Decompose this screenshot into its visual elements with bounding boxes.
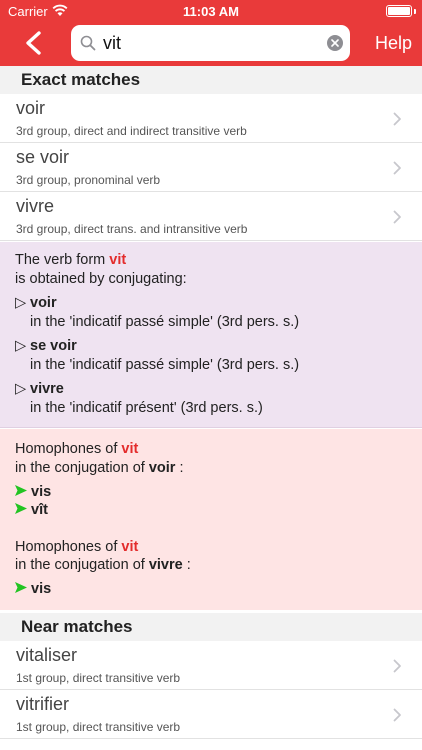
chevron-right-icon [393, 210, 401, 224]
homophones-subheading: in the conjugation of voir : [15, 460, 184, 476]
verb-form-highlight: vit [121, 441, 139, 457]
conjugation-item-verb[interactable]: ▷ se voir [15, 338, 77, 354]
conjugation-item-detail: in the 'indicatif passé simple' (3rd per… [30, 357, 300, 373]
conjugation-intro-line2: is obtained by conjugating: [15, 271, 187, 287]
verb-description: 3rd group, pronominal verb [16, 173, 161, 187]
search-icon [80, 35, 96, 51]
list-item[interactable]: voir 3rd group, direct and indirect tran… [0, 94, 422, 143]
homophones-subheading: in the conjugation of vivre : [15, 557, 191, 573]
conjugation-item-verb[interactable]: ▷ vivre [15, 381, 64, 397]
clear-search-icon[interactable] [327, 35, 343, 51]
verb-word: vitrifier [16, 694, 69, 714]
battery-icon [386, 5, 412, 17]
homophones-heading: Homophones of vit [15, 539, 139, 555]
conjugation-item-detail: in the 'indicatif passé simple' (3rd per… [30, 314, 300, 330]
disclosure-triangle-icon: ▷ [15, 381, 27, 397]
list-item[interactable]: se voir 3rd group, pronominal verb [0, 143, 422, 192]
conjugation-item-verb[interactable]: ▷ voir [15, 295, 57, 311]
back-chevron-icon[interactable] [22, 30, 46, 56]
help-button[interactable]: Help [375, 33, 412, 54]
verb-description: 1st group, direct transitive verb [16, 720, 181, 734]
conjugation-info-panel: The verb form vit is obtained by conjuga… [0, 242, 422, 428]
homophones-heading: Homophones of vit [15, 441, 139, 457]
homophone-item[interactable]: vis [15, 484, 51, 500]
search-input[interactable] [103, 29, 313, 57]
homophone-item[interactable]: vis [15, 581, 51, 597]
list-item[interactable]: vitaliser 1st group, direct transitive v… [0, 641, 422, 690]
verb-description: 3rd group, direct and indirect transitiv… [16, 124, 247, 138]
section-title: Exact matches [21, 70, 141, 89]
section-header-exact: Exact matches [0, 66, 422, 94]
chevron-right-icon [393, 161, 401, 175]
verb-form-highlight: vit [121, 539, 139, 555]
chevron-right-icon [393, 112, 401, 126]
verb-description: 3rd group, direct trans. and intransitiv… [16, 222, 248, 236]
section-title: Near matches [21, 617, 133, 636]
list-item[interactable]: vivre 3rd group, direct trans. and intra… [0, 192, 422, 241]
verb-word: vitaliser [16, 645, 78, 665]
verb-word: se voir [16, 147, 70, 167]
green-arrow-icon [15, 484, 27, 500]
green-arrow-icon [15, 502, 27, 518]
clock: 11:03 AM [183, 4, 239, 19]
navigation-bar: Carrier 11:03 AM Help [0, 0, 422, 66]
disclosure-triangle-icon: ▷ [15, 295, 27, 311]
verb-word: vivre [16, 196, 55, 216]
green-arrow-icon [15, 581, 27, 597]
verb-form-highlight: vit [109, 252, 127, 268]
section-header-near: Near matches [0, 613, 422, 641]
status-bar: Carrier 11:03 AM [0, 0, 422, 22]
conjugation-intro: The verb form vit [15, 252, 127, 268]
homophone-item[interactable]: vît [15, 502, 48, 518]
verb-word: voir [16, 98, 46, 118]
chevron-right-icon [393, 708, 401, 722]
verb-description: 1st group, direct transitive verb [16, 671, 181, 685]
homophones-panel: Homophones of vit in the conjugation of … [0, 429, 422, 610]
list-item[interactable]: vitrifier 1st group, direct transitive v… [0, 690, 422, 739]
battery-tip [414, 9, 416, 14]
chevron-right-icon [393, 659, 401, 673]
disclosure-triangle-icon: ▷ [15, 338, 27, 354]
conjugation-item-detail: in the 'indicatif présent' (3rd pers. s.… [30, 400, 263, 416]
search-field[interactable] [71, 25, 350, 61]
